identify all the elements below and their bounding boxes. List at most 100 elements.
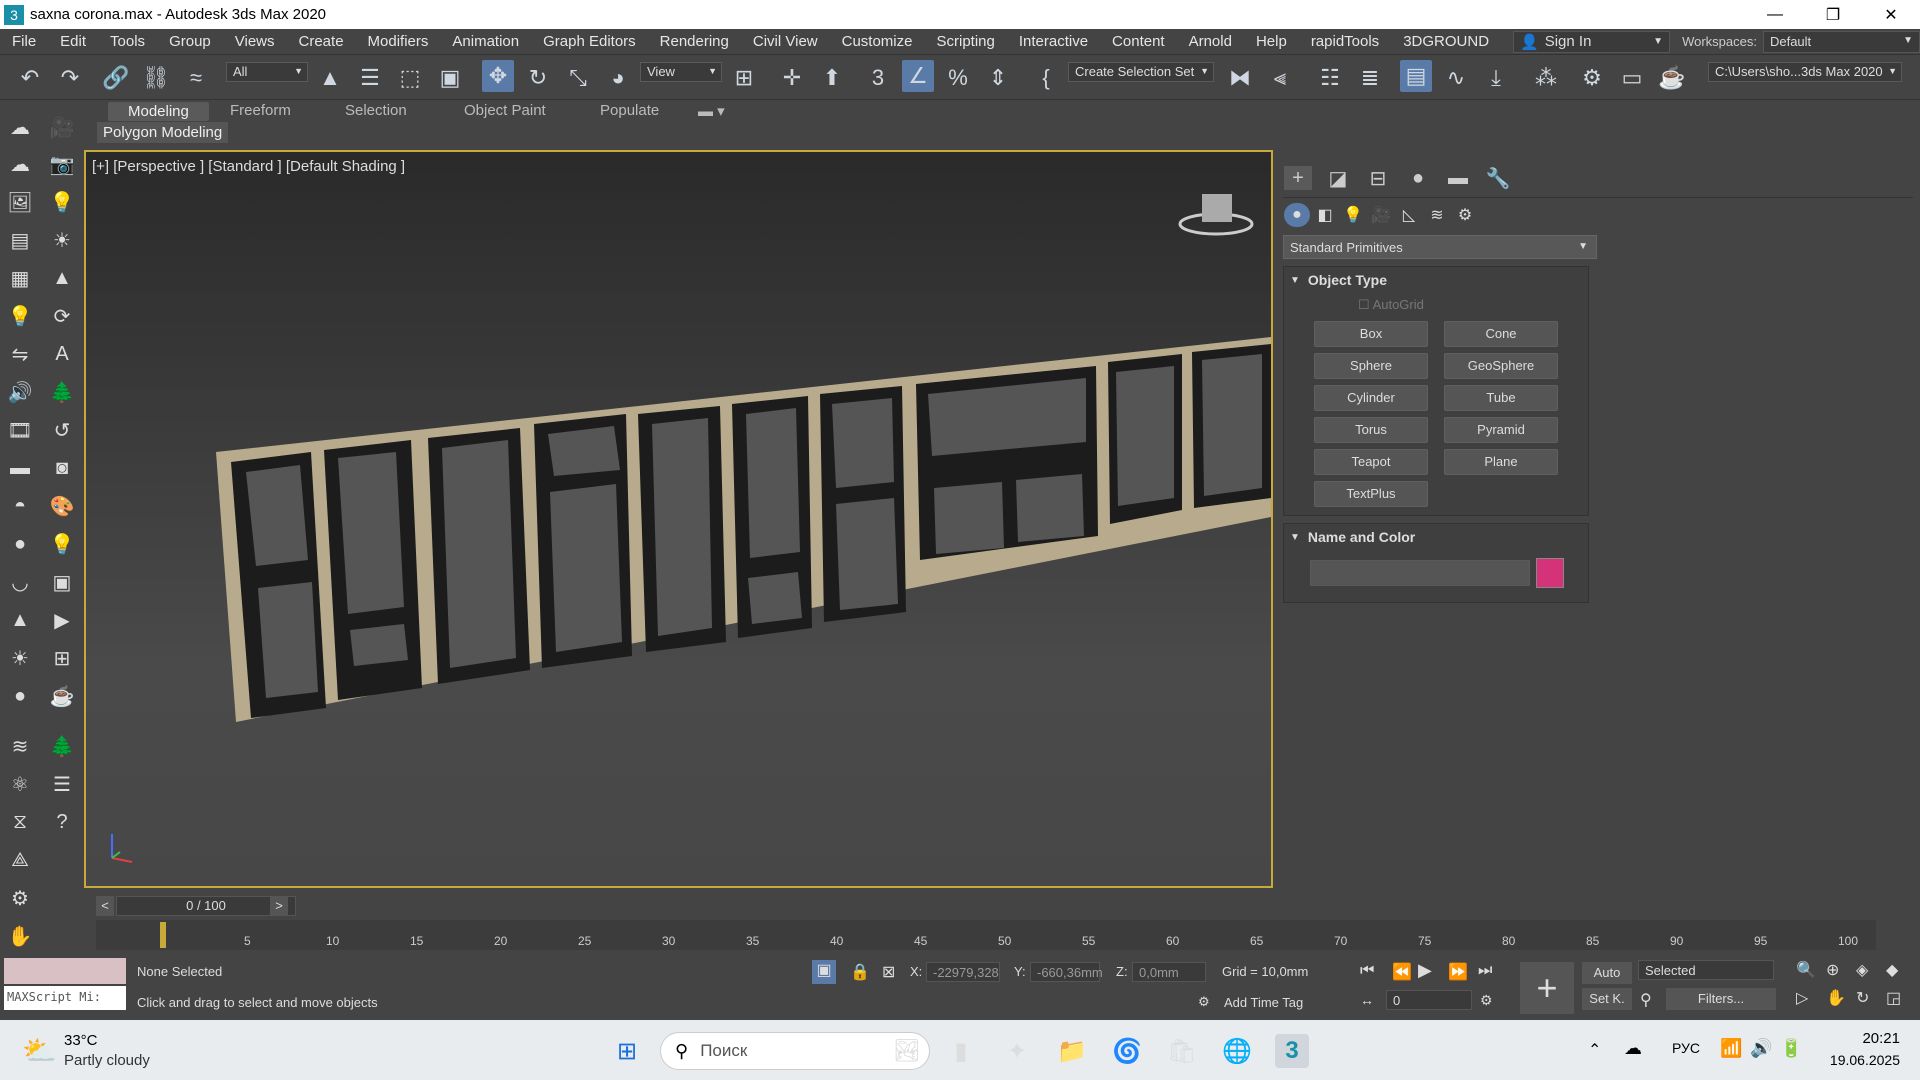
teapot-icon[interactable]: ☕ <box>48 682 76 710</box>
selection-filter-dropdown[interactable]: All <box>226 62 308 82</box>
pyramid-button[interactable]: Pyramid <box>1444 417 1558 443</box>
angle-snap-icon[interactable]: ∠ <box>902 60 934 92</box>
key-filters-icon[interactable]: ⚲ <box>1640 990 1652 1010</box>
curve-editor-icon[interactable]: ∿ <box>1440 62 1472 94</box>
current-frame-field[interactable]: 0 <box>1386 990 1472 1010</box>
time-marker[interactable] <box>160 922 166 948</box>
box-icon[interactable]: ▬ <box>6 454 34 482</box>
modify-tab-icon[interactable]: ◪ <box>1324 166 1352 190</box>
filters-button[interactable]: Filters... <box>1666 988 1776 1010</box>
3ds-max-taskbar-icon[interactable]: 3 <box>1275 1034 1309 1068</box>
bowl-icon[interactable]: ◡ <box>6 568 34 596</box>
torus-button[interactable]: Torus <box>1314 417 1428 443</box>
maxscript-listener[interactable] <box>4 958 126 984</box>
display-tab-icon[interactable]: ▬ <box>1444 166 1472 190</box>
geosphere-button[interactable]: GeoSphere <box>1444 353 1558 379</box>
pan-icon[interactable]: ✋ <box>1826 988 1846 1008</box>
sphere-button[interactable]: Sphere <box>1314 353 1428 379</box>
maximize-viewport-icon[interactable]: ◲ <box>1886 988 1901 1008</box>
autogrid-checkbox[interactable]: ☐ AutoGrid <box>1358 297 1424 313</box>
zoom-all-icon[interactable]: ⊕ <box>1826 960 1839 980</box>
rendered-frame-window-icon[interactable]: ▭ <box>1616 62 1648 94</box>
tab-freeform[interactable]: Freeform <box>230 102 291 119</box>
molecule-icon[interactable]: ⚛ <box>6 770 34 798</box>
unlink-icon[interactable]: ⛓ <box>140 62 172 94</box>
named-selection-dropdown[interactable]: Create Selection Set <box>1068 62 1214 82</box>
speaker-icon[interactable]: 🔊 <box>6 378 34 406</box>
menu-group[interactable]: Group <box>157 33 223 50</box>
play-icon[interactable]: ▶ <box>1418 960 1432 981</box>
clock-time[interactable]: 20:21 <box>1840 1030 1900 1047</box>
menu-modifiers[interactable]: Modifiers <box>356 33 441 50</box>
shapes-icon[interactable]: ◧ <box>1312 203 1338 227</box>
bulb-icon[interactable]: 💡 <box>48 530 76 558</box>
menu-create[interactable]: Create <box>287 33 356 50</box>
windows-start-icon[interactable]: ⊞ <box>610 1034 644 1068</box>
cameras-icon[interactable]: 🎥 <box>1368 203 1394 227</box>
absolute-mode-icon[interactable]: ⊠ <box>882 962 895 982</box>
go-to-start-icon[interactable]: ⏮ <box>1360 962 1374 980</box>
camera-icon[interactable]: 📷 <box>48 150 76 178</box>
geometry-icon[interactable]: ● <box>1284 203 1310 227</box>
close-button[interactable]: ✕ <box>1862 0 1920 29</box>
menu-file[interactable]: File <box>0 33 48 50</box>
help-icon[interactable]: ? <box>48 808 76 836</box>
lamp-icon[interactable]: 💡 <box>6 302 34 330</box>
edit-named-selection-icon[interactable]: { <box>1030 62 1062 94</box>
text-icon[interactable]: A <box>48 340 76 368</box>
input-language[interactable]: РУС <box>1672 1040 1700 1056</box>
space-warps-icon[interactable]: ≋ <box>1424 203 1450 227</box>
switch-icon[interactable]: ⇋ <box>6 340 34 368</box>
hemisphere-icon[interactable]: ◓ <box>6 492 34 520</box>
zoom-extents-icon[interactable]: ◈ <box>1856 960 1868 980</box>
trees-icon[interactable]: 🌲 <box>48 732 76 760</box>
snaps-toggle-icon[interactable]: 3 <box>862 62 894 94</box>
weather-icon[interactable]: ⛅ <box>22 1034 57 1067</box>
rotate-icon[interactable]: ↺ <box>48 416 76 444</box>
scene-explorer-icon[interactable]: ☷ <box>1314 62 1346 94</box>
refresh-icon[interactable]: ⟳ <box>48 302 76 330</box>
menu-arnold[interactable]: Arnold <box>1177 33 1244 50</box>
file-explorer-icon[interactable]: 📁 <box>1055 1034 1089 1068</box>
menu-views[interactable]: Views <box>223 33 287 50</box>
object-name-input[interactable] <box>1310 560 1530 586</box>
cone-button[interactable]: Cone <box>1444 321 1558 347</box>
add-time-tag[interactable]: Add Time Tag <box>1224 995 1303 1010</box>
sphere-icon[interactable]: ● <box>6 530 34 558</box>
lock-icon[interactable]: 🔒 <box>850 962 870 982</box>
menu-customize[interactable]: Customize <box>830 33 925 50</box>
menu-scripting[interactable]: Scripting <box>924 33 1006 50</box>
box-button[interactable]: Box <box>1314 321 1428 347</box>
weather-temperature[interactable]: 33°C <box>64 1032 98 1049</box>
menu-civil-view[interactable]: Civil View <box>741 33 830 50</box>
percent-snap-icon[interactable]: % <box>942 62 974 94</box>
grid-add-icon[interactable]: ⊞ <box>48 644 76 672</box>
ribbon-toggle-icon[interactable]: ▤ <box>1400 60 1432 92</box>
grid-icon[interactable]: ▦ <box>6 264 34 292</box>
next-key-icon[interactable]: ⏩ <box>1448 962 1468 982</box>
material-editor-icon[interactable]: ⁂ <box>1530 62 1562 94</box>
cone-icon[interactable]: ▲ <box>48 264 76 292</box>
primitive-category-dropdown[interactable]: Standard Primitives <box>1283 235 1597 259</box>
isolate-selection-icon[interactable]: ▣ <box>812 960 836 984</box>
redo-icon[interactable]: ↷ <box>54 62 86 94</box>
time-config-icon[interactable]: ⚙ <box>1480 992 1493 1009</box>
undo-icon[interactable]: ↶ <box>14 62 46 94</box>
schematic-view-icon[interactable]: ⤓ <box>1480 62 1512 94</box>
previous-frame-icon[interactable]: < <box>96 896 114 916</box>
bind-space-warp-icon[interactable]: ≈ <box>180 62 212 94</box>
copilot-icon[interactable]: ✦ <box>1000 1034 1034 1068</box>
next-frame-icon[interactable]: > <box>270 896 288 916</box>
set-key-icon[interactable]: + <box>1520 962 1574 1014</box>
window-crossing-icon[interactable]: ▣ <box>434 62 466 94</box>
tab-selection[interactable]: Selection <box>345 102 407 119</box>
orbit-icon[interactable]: ↻ <box>1856 988 1869 1008</box>
polygon-modeling-panel[interactable]: Polygon Modeling <box>97 122 229 143</box>
key-mode-icon[interactable]: ↔ <box>1360 992 1374 1008</box>
align-icon[interactable]: ⫷ <box>1264 62 1296 94</box>
media-icon[interactable]: ▶ <box>48 606 76 634</box>
link-icon[interactable]: 🔗 <box>100 62 132 94</box>
previous-key-icon[interactable]: ⏪ <box>1392 962 1412 982</box>
tab-object-paint[interactable]: Object Paint <box>464 102 546 119</box>
menu-graph-editors[interactable]: Graph Editors <box>531 33 648 50</box>
